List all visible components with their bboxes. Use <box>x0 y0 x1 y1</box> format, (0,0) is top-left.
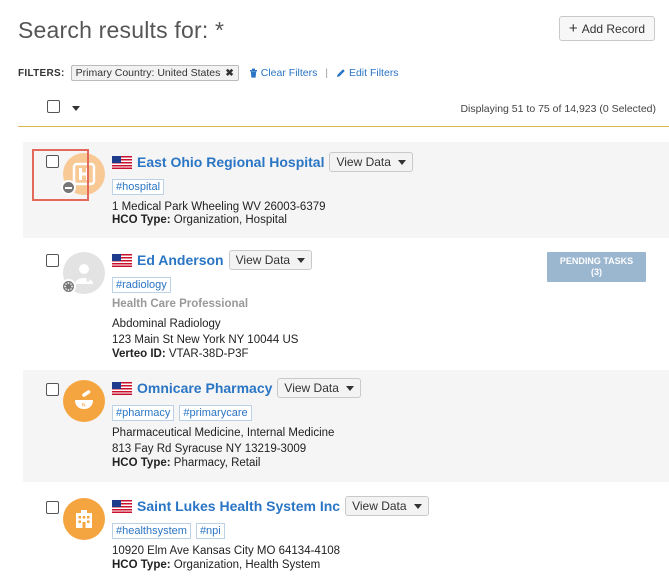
results-count: Displaying 51 to 75 of 14,923 (0 Selecte… <box>460 103 656 115</box>
view-data-button[interactable]: View Data <box>345 496 429 516</box>
view-data-label: View Data <box>336 155 391 169</box>
select-all-checkbox[interactable] <box>47 100 60 113</box>
add-record-label: Add Record <box>581 21 646 36</box>
record-address: 10920 Elm Ave Kansas City MO 64134-4108 <box>112 545 341 557</box>
record-type-value: Organization, Hospital <box>173 214 287 226</box>
record-type-label: HCO Type: <box>112 214 171 226</box>
pending-status-icon <box>61 279 76 294</box>
record-type-label: HCO Type: <box>112 457 171 469</box>
filters-label: FILTERS: <box>18 67 65 79</box>
view-data-label: View Data <box>235 253 291 267</box>
record-name-link[interactable]: Ed Anderson <box>137 252 224 268</box>
record-type-value: Pharmacy, Retail <box>173 457 261 469</box>
row-checkbox[interactable] <box>46 501 59 514</box>
tag-link[interactable]: #npi <box>195 523 225 539</box>
results-divider <box>18 126 669 127</box>
trash-icon <box>249 68 257 78</box>
filter-chip-label: Primary Country: United States <box>75 67 221 79</box>
clear-filters-link[interactable]: Clear Filters <box>249 67 318 79</box>
clear-filters-label: Clear Filters <box>260 67 318 79</box>
filters-separator: | <box>325 67 328 79</box>
view-data-button[interactable]: View Data <box>228 250 313 270</box>
pencil-icon <box>336 69 345 77</box>
pending-tasks-badge[interactable]: PENDING TASKS (3) <box>547 252 646 282</box>
record-address: 123 Main St New York NY 10044 US <box>112 334 299 346</box>
pending-tasks-count: (3) <box>591 267 602 277</box>
remove-filter-icon[interactable]: ✖ <box>225 68 233 79</box>
tag-link[interactable]: #healthsystem <box>112 523 191 539</box>
us-flag-icon <box>112 381 132 395</box>
add-record-button[interactable]: + Add Record <box>559 16 655 41</box>
us-flag-icon <box>112 155 132 169</box>
chevron-down-icon <box>297 257 306 263</box>
record-id: Verteo ID: VTAR-38D-P3F <box>112 348 249 360</box>
edit-filters-link[interactable]: Edit Filters <box>336 67 399 79</box>
record-address: 1 Medical Park Wheeling WV 26003-6379 <box>112 201 326 213</box>
us-flag-icon <box>112 499 132 513</box>
filters-bar: FILTERS: Primary Country: United States … <box>18 64 399 82</box>
record-role: Health Care Professional <box>112 298 249 310</box>
record-type: HCO Type: Pharmacy, Retail <box>112 457 261 469</box>
record-type-label: HCO Type: <box>112 559 171 571</box>
chevron-down-icon <box>345 385 354 391</box>
us-flag-icon <box>112 253 132 267</box>
avatar-selection-outline <box>32 149 89 201</box>
record-id-value: VTAR-38D-P3F <box>168 348 249 360</box>
view-data-label: View Data <box>352 499 407 513</box>
edit-filters-label: Edit Filters <box>348 67 399 79</box>
record-type: HCO Type: Organization, Health System <box>112 559 320 571</box>
page-title: Search results for: * <box>18 17 225 43</box>
select-menu-chevron-down-icon[interactable] <box>72 106 80 111</box>
result-card-3: ℞ Omnicare Pharmacy View Data #pharmacy … <box>23 370 669 482</box>
result-card-4: Saint Lukes Health System Inc View Data … <box>23 488 669 583</box>
plus-icon: + <box>568 19 578 37</box>
chevron-down-icon <box>413 503 422 509</box>
view-data-label: View Data <box>284 381 339 395</box>
pending-tasks-label: PENDING TASKS <box>559 256 634 266</box>
building-icon <box>63 498 105 540</box>
row-checkbox[interactable] <box>46 254 59 267</box>
record-specialty: Pharmaceutical Medicine, Internal Medici… <box>112 427 335 439</box>
view-data-button[interactable]: View Data <box>329 152 413 172</box>
record-type: HCO Type: Organization, Hospital <box>112 214 287 226</box>
tag-link[interactable]: #pharmacy <box>112 405 175 421</box>
result-card-1: East Ohio Regional Hospital View Data #h… <box>23 142 669 238</box>
record-name-link[interactable]: East Ohio Regional Hospital <box>137 154 324 170</box>
chevron-down-icon <box>397 159 406 165</box>
tag-link[interactable]: #radiology <box>112 277 171 293</box>
pharmacy-icon: ℞ <box>63 380 105 422</box>
filter-chip[interactable]: Primary Country: United States ✖ <box>70 65 239 81</box>
result-card-2: Ed Anderson View Data #radiology Health … <box>23 240 669 366</box>
tag-link[interactable]: #hospital <box>112 179 165 195</box>
record-type-value: Organization, Health System <box>173 559 321 571</box>
row-checkbox[interactable] <box>46 383 59 396</box>
record-name-link[interactable]: Omnicare Pharmacy <box>137 380 272 396</box>
svg-text:℞: ℞ <box>82 403 87 409</box>
view-data-button[interactable]: View Data <box>277 378 361 398</box>
record-specialty: Abdominal Radiology <box>112 318 221 330</box>
record-address: 813 Fay Rd Syracuse NY 13219-3009 <box>112 443 307 455</box>
record-name-link[interactable]: Saint Lukes Health System Inc <box>137 498 340 514</box>
record-id-label: Verteo ID: <box>112 348 166 360</box>
tag-link[interactable]: #primarycare <box>179 405 252 421</box>
